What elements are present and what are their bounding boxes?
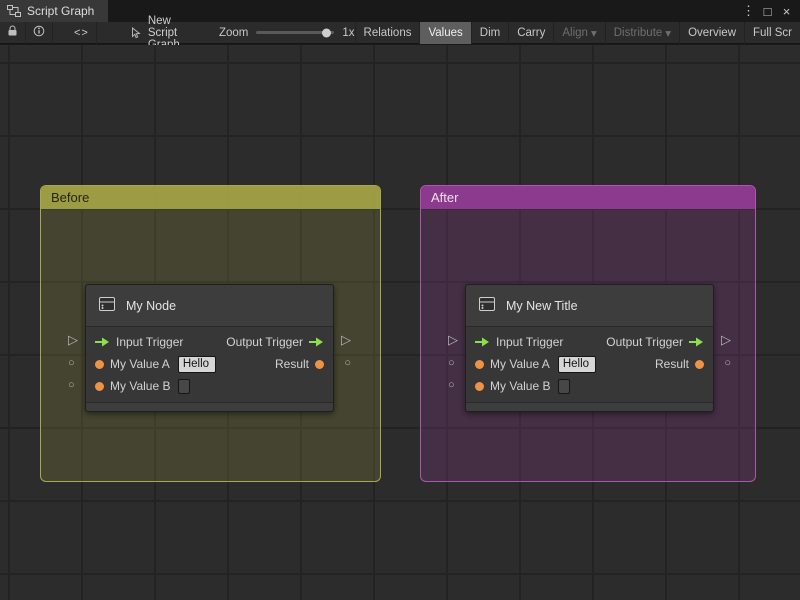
node-row-value-b: My Value B <box>466 375 713 397</box>
group-before-title: Before <box>51 190 90 205</box>
overview-label: Overview <box>688 26 737 39</box>
overview-button[interactable]: Overview <box>679 21 744 44</box>
close-icon[interactable]: × <box>777 0 796 22</box>
toolbar-buttons: Relations Values Dim Carry Align ▾ Distr… <box>354 21 800 44</box>
chevron-down-icon: ▾ <box>665 27 672 40</box>
align-dropdown[interactable]: Align ▾ <box>553 21 604 44</box>
group-before-header[interactable]: Before <box>41 186 380 209</box>
lock-button[interactable] <box>0 21 26 44</box>
value-a-port[interactable]: ○ <box>68 358 75 369</box>
node-row-triggers: Input Trigger Output Trigger <box>86 331 333 353</box>
node-row-value-b: My Value B <box>86 375 333 397</box>
value-a-label: My Value A <box>110 357 170 371</box>
script-graph-window: Script Graph ⋮ □ × <> New Script Zoom 1x… <box>0 0 800 600</box>
value-port-icon[interactable] <box>475 381 484 391</box>
value-b-field[interactable] <box>178 378 191 394</box>
tab-title: Script Graph <box>27 4 95 18</box>
carry-label: Carry <box>517 26 546 39</box>
node-body: Input Trigger Output Trigger My Value A … <box>466 327 713 402</box>
fullscreen-button[interactable]: Full Scr <box>744 21 800 44</box>
value-port-icon[interactable] <box>315 359 324 369</box>
node-title: My New Title <box>506 298 578 313</box>
input-trigger-port[interactable]: ▷ <box>448 333 458 346</box>
unit-icon <box>477 294 497 317</box>
output-trigger-label: Output Trigger <box>226 335 303 349</box>
zoom-label: Zoom <box>218 26 249 39</box>
lock-icon <box>7 25 18 40</box>
dim-button[interactable]: Dim <box>470 21 508 44</box>
window-controls: ⋮ □ × <box>739 0 800 22</box>
output-trigger-port[interactable]: ▷ <box>721 333 731 346</box>
node-my-new-title[interactable]: My New Title Input Trigger Output Trigge… <box>448 284 731 412</box>
node-footer <box>466 402 713 411</box>
flow-arrow-icon[interactable] <box>309 337 324 347</box>
graph-toolbar: <> New Script Graph Zoom 1x Relations Va… <box>0 15 800 51</box>
result-port[interactable]: ○ <box>344 358 351 369</box>
carry-button[interactable]: Carry <box>508 21 553 44</box>
zoom-slider-knob[interactable] <box>322 28 332 37</box>
value-port-icon[interactable] <box>475 359 484 369</box>
script-graph-icon <box>7 5 21 17</box>
group-after-title: After <box>431 190 459 205</box>
output-trigger-port[interactable]: ▷ <box>341 333 351 346</box>
graph-pointer-icon <box>131 26 142 39</box>
result-label: Result <box>274 357 309 371</box>
input-trigger-port[interactable]: ▷ <box>68 333 78 346</box>
value-b-port[interactable]: ○ <box>448 380 455 391</box>
result-port[interactable]: ○ <box>724 358 731 369</box>
value-b-field[interactable] <box>558 378 571 394</box>
values-button[interactable]: Values <box>419 21 471 44</box>
info-icon <box>33 25 45 40</box>
value-port-icon[interactable] <box>95 381 104 391</box>
maximize-icon[interactable]: □ <box>758 0 777 22</box>
relations-label: Relations <box>363 26 412 39</box>
node-body: Input Trigger Output Trigger My Value A … <box>86 327 333 402</box>
value-a-field[interactable]: Hello <box>177 355 216 373</box>
value-b-label: My Value B <box>490 379 551 393</box>
zoom-value: 1x <box>342 26 355 39</box>
value-b-label: My Value B <box>110 379 171 393</box>
group-after-header[interactable]: After <box>421 186 755 209</box>
distribute-dropdown[interactable]: Distribute ▾ <box>604 21 679 44</box>
node-header[interactable]: My New Title <box>466 285 713 327</box>
node-row-triggers: Input Trigger Output Trigger <box>466 331 713 353</box>
value-a-field[interactable]: Hello <box>557 355 596 373</box>
unit-icon <box>97 294 117 317</box>
chevron-down-icon: ▾ <box>590 27 597 40</box>
align-label: Align <box>562 26 588 39</box>
value-port-icon[interactable] <box>695 359 704 369</box>
tab-script-graph[interactable]: Script Graph <box>0 0 109 22</box>
distribute-label: Distribute <box>613 26 663 39</box>
graph-canvas[interactable]: Before After My Node Input Trigger Outpu… <box>0 45 800 600</box>
value-a-port[interactable]: ○ <box>448 358 455 369</box>
node-header[interactable]: My Node <box>86 285 333 327</box>
zoom-control: Zoom 1x <box>219 27 355 39</box>
result-label: Result <box>654 357 689 371</box>
window-menu-icon[interactable]: ⋮ <box>739 0 758 22</box>
dim-label: Dim <box>479 26 501 39</box>
node-row-value-a: My Value A Hello Result <box>466 353 713 375</box>
inspector-button[interactable] <box>26 21 53 44</box>
value-port-icon[interactable] <box>95 359 104 369</box>
node-my-node[interactable]: My Node Input Trigger Output Trigger My … <box>68 284 351 412</box>
node-title: My Node <box>126 298 177 313</box>
value-a-label: My Value A <box>490 357 550 371</box>
node-row-value-a: My Value A Hello Result <box>86 353 333 375</box>
relations-button[interactable]: Relations <box>354 21 420 44</box>
input-trigger-label: Input Trigger <box>116 335 184 349</box>
edit-source-button[interactable]: <> <box>67 21 97 44</box>
output-trigger-label: Output Trigger <box>606 335 683 349</box>
flow-arrow-icon[interactable] <box>95 337 110 347</box>
title-bar: Script Graph ⋮ □ × <box>0 0 800 22</box>
node-footer <box>86 402 333 411</box>
code-icon: <> <box>74 26 89 39</box>
input-trigger-label: Input Trigger <box>496 335 564 349</box>
flow-arrow-icon[interactable] <box>689 337 704 347</box>
value-b-port[interactable]: ○ <box>68 380 75 391</box>
fullscreen-label: Full Scr <box>753 26 792 39</box>
flow-arrow-icon[interactable] <box>475 337 490 347</box>
values-label: Values <box>428 26 463 39</box>
zoom-slider[interactable] <box>256 28 335 37</box>
